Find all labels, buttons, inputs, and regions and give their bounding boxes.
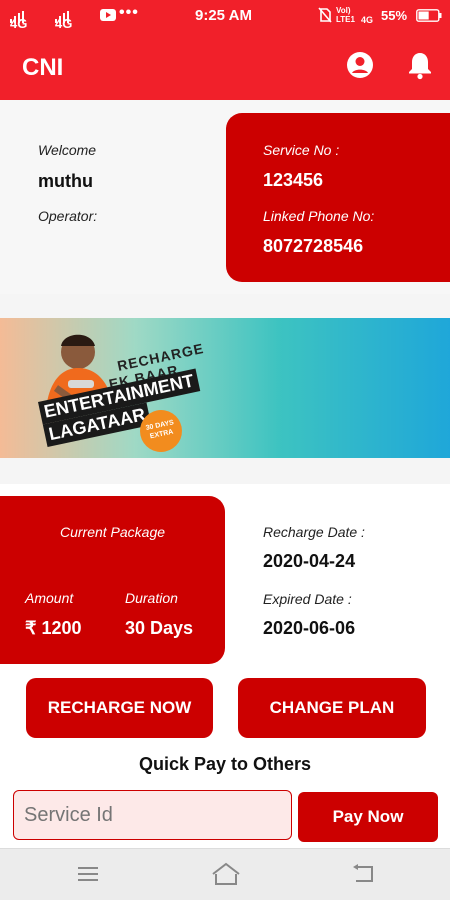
linked-phone-label: Linked Phone No: xyxy=(263,208,375,224)
service-no-label: Service No : xyxy=(263,142,340,158)
account-summary-section: Welcome muthu Operator: Service No : 123… xyxy=(0,100,450,294)
status-bar: 4G 4G ••• 9:25 AM Vol) LTE1 4G 55% xyxy=(0,0,450,32)
volte-indicator: Vol) LTE1 xyxy=(336,6,355,24)
account-icon xyxy=(347,52,373,78)
package-title: Current Package xyxy=(59,524,166,540)
battery-percent: 55% xyxy=(381,8,408,23)
recharge-now-button[interactable]: RECHARGE NOW xyxy=(26,678,213,738)
youtube-notification-icon xyxy=(100,9,116,24)
app-title: CNI xyxy=(22,54,64,81)
mute-icon xyxy=(318,7,332,26)
clock: 9:25 AM xyxy=(195,7,252,24)
welcome-label: Welcome xyxy=(38,142,97,158)
duration-label: Duration xyxy=(125,590,178,606)
expired-date: 2020-06-06 xyxy=(263,618,356,638)
pay-now-button[interactable]: Pay Now xyxy=(298,792,438,842)
service-id-input[interactable] xyxy=(13,790,292,840)
promo-banner[interactable]: RECHARGE EK BAAR ENTERTAINMENT LAGATAAR … xyxy=(0,318,450,458)
bell-icon xyxy=(409,53,431,80)
network-type-2: 4G xyxy=(55,16,73,31)
more-notifications-icon: ••• xyxy=(119,4,139,21)
network-indicator-2: 4G xyxy=(55,8,72,31)
recharge-date: 2020-04-24 xyxy=(263,551,356,571)
user-name: muthu xyxy=(38,171,93,191)
package-section: Current Package Amount ₹ 1200 Duration 3… xyxy=(0,484,450,900)
back-icon xyxy=(353,864,373,882)
linked-phone: 8072728546 xyxy=(263,236,364,256)
amount-label: Amount xyxy=(25,590,74,606)
system-nav-bar xyxy=(0,848,450,900)
duration-value: 30 Days xyxy=(125,618,194,638)
menu-icon xyxy=(78,867,98,881)
network-type-3: 4G xyxy=(361,15,374,25)
app-bar: CNI xyxy=(0,32,450,100)
network-type-1: 4G xyxy=(10,16,28,31)
menu-nav-button[interactable] xyxy=(76,864,100,889)
service-card: Service No : 123456 Linked Phone No: 807… xyxy=(226,113,450,282)
quick-pay-heading: Quick Pay to Others xyxy=(138,754,312,774)
home-nav-button[interactable] xyxy=(210,861,242,892)
network-indicator-1: 4G xyxy=(10,8,27,31)
change-plan-button[interactable]: CHANGE PLAN xyxy=(238,678,426,738)
operator-label: Operator: xyxy=(38,208,98,224)
current-package-card: Current Package Amount ₹ 1200 Duration 3… xyxy=(0,496,225,664)
expired-date-label: Expired Date : xyxy=(263,591,352,607)
back-nav-button[interactable] xyxy=(350,863,376,890)
recharge-date-label: Recharge Date : xyxy=(263,524,365,540)
battery-icon xyxy=(416,9,442,25)
account-button[interactable] xyxy=(345,50,375,80)
service-no: 123456 xyxy=(263,170,324,190)
amount-value: ₹ 1200 xyxy=(25,618,82,638)
notifications-button[interactable] xyxy=(406,50,436,80)
home-icon xyxy=(212,862,240,885)
